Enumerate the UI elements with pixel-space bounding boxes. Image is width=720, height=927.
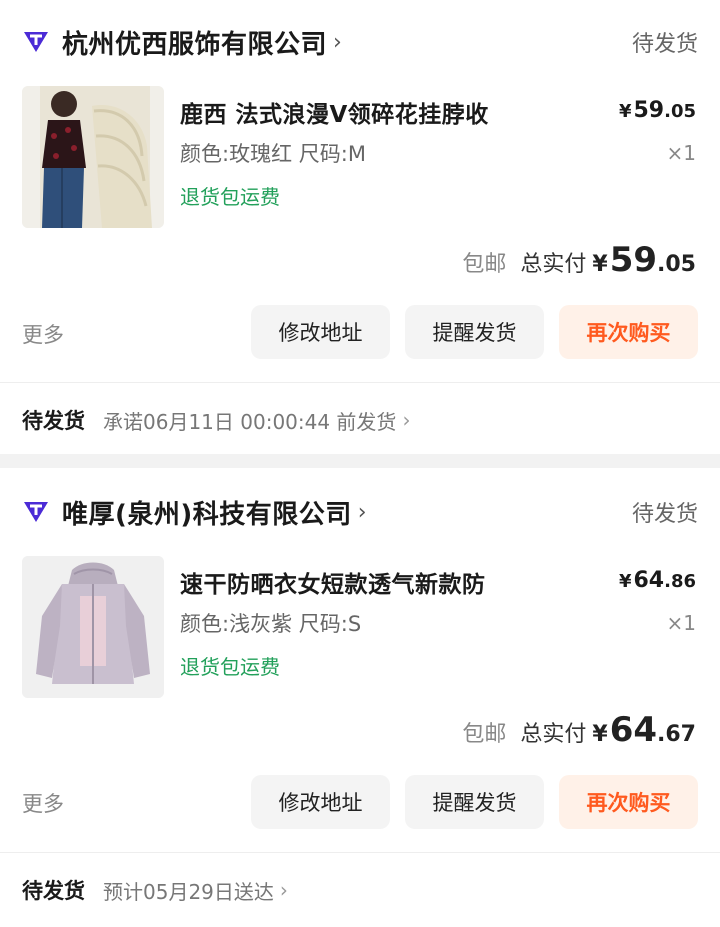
order-card: 杭州优西服饰有限公司 › 待发货 鹿西 法式浪漫V领碎花挂脖收 ¥59.05 颜… — [0, 0, 720, 454]
product-title[interactable]: 鹿西 法式浪漫V领碎花挂脖收 — [180, 95, 489, 129]
return-shipping-tag: 退货包运费 — [180, 655, 280, 679]
product-title[interactable]: 速干防晒衣女短款透气新款防 — [180, 565, 486, 599]
return-shipping-tag: 退货包运费 — [180, 185, 280, 209]
order-status: 待发货 — [631, 502, 698, 527]
change-address-button[interactable]: 修改地址 — [251, 775, 390, 829]
chevron-right-icon: › — [279, 878, 288, 902]
total-amount: 59 — [609, 240, 658, 280]
product-quantity: ×1 — [666, 611, 696, 635]
shipping-info-row[interactable]: 待发货 承诺06月11日 00:00:44 前发货 › — [22, 400, 698, 440]
chevron-right-icon: › — [357, 499, 367, 525]
free-shipping-label: 包邮 — [462, 722, 507, 747]
product-price: ¥59.05 — [618, 98, 696, 123]
divider — [0, 852, 720, 853]
total-currency: ¥ — [592, 252, 608, 277]
shipping-status-label: 待发货 — [22, 409, 85, 433]
shipping-estimate-text: 预计05月29日送达 — [103, 879, 274, 904]
more-button[interactable]: 更多 — [22, 788, 64, 818]
shipping-info-row[interactable]: 待发货 预计05月29日送达 › — [22, 870, 698, 910]
shipping-promise-text: 承诺06月11日 00:00:44 前发货 — [103, 409, 397, 434]
remind-shipping-button[interactable]: 提醒发货 — [405, 775, 544, 829]
chevron-right-icon: › — [333, 29, 342, 55]
product-image[interactable] — [22, 86, 164, 228]
shipping-status-label: 待发货 — [22, 879, 85, 903]
store-header[interactable]: 唯厚(泉州)科技有限公司 › 待发货 — [22, 490, 698, 534]
product-spec: 颜色:玫瑰红 尺码:M — [180, 142, 366, 166]
product-quantity: ×1 — [666, 141, 696, 165]
buy-again-button[interactable]: 再次购买 — [559, 305, 698, 359]
store-header[interactable]: 杭州优西服饰有限公司 › 待发货 — [22, 20, 698, 64]
store-name[interactable]: 唯厚(泉州)科技有限公司 — [62, 494, 352, 531]
divider — [0, 382, 720, 383]
order-total: 包邮 总实付 ¥59.05 — [462, 240, 696, 280]
total-label: 总实付 — [520, 252, 587, 277]
product-price: ¥64.86 — [618, 568, 696, 593]
free-shipping-label: 包邮 — [462, 252, 507, 277]
total-decimal: .05 — [657, 252, 696, 277]
store-name[interactable]: 杭州优西服饰有限公司 — [62, 24, 327, 61]
total-amount: 64 — [609, 710, 658, 750]
order-card: 唯厚(泉州)科技有限公司 › 待发货 速干防晒衣女短款透气新款防 ¥64.86 … — [0, 468, 720, 927]
order-total: 包邮 总实付 ¥64.67 — [462, 710, 696, 750]
product-spec: 颜色:浅灰紫 尺码:S — [180, 612, 362, 636]
change-address-button[interactable]: 修改地址 — [251, 305, 390, 359]
store-logo-icon — [22, 498, 50, 526]
total-label: 总实付 — [520, 722, 587, 747]
total-currency: ¥ — [592, 722, 608, 747]
section-gap — [0, 454, 720, 468]
more-button[interactable]: 更多 — [22, 319, 64, 349]
total-decimal: .67 — [657, 722, 696, 747]
product-image[interactable] — [22, 556, 164, 698]
order-status: 待发货 — [631, 32, 698, 57]
chevron-right-icon: › — [402, 408, 411, 432]
store-logo-icon — [22, 28, 50, 56]
remind-shipping-button[interactable]: 提醒发货 — [405, 305, 544, 359]
buy-again-button[interactable]: 再次购买 — [559, 775, 698, 829]
